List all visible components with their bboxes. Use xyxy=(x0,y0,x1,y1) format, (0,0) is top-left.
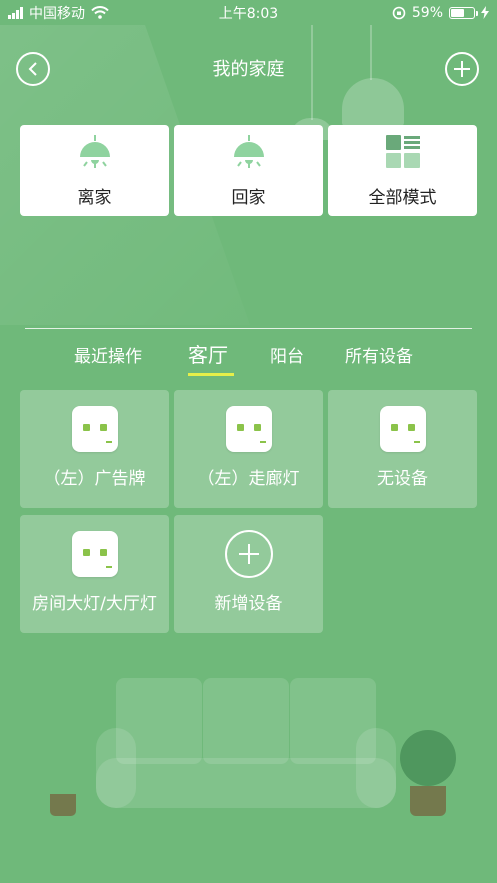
active-tab-indicator xyxy=(188,373,234,376)
smart-socket-icon xyxy=(71,406,118,452)
add-device-card[interactable]: 新增设备 xyxy=(174,515,323,633)
plus-icon xyxy=(454,61,470,77)
tab-all-devices[interactable]: 所有设备 xyxy=(345,342,413,367)
grid-list-icon xyxy=(385,135,420,169)
tab-balcony[interactable]: 阳台 xyxy=(270,342,304,367)
mode-label: 回家 xyxy=(231,188,266,208)
device-label: （左）广告牌 xyxy=(43,469,146,489)
device-card[interactable]: 无设备 xyxy=(328,390,477,508)
tab-living-room[interactable]: 客厅 xyxy=(188,339,228,368)
device-card[interactable]: 房间大灯/大厅灯 xyxy=(20,515,169,633)
ceiling-lamp-icon xyxy=(77,135,113,169)
section-divider xyxy=(25,328,472,329)
page-title: 我的家庭 xyxy=(212,59,285,80)
add-button[interactable] xyxy=(445,52,479,86)
device-label: 无设备 xyxy=(377,469,428,489)
device-card[interactable]: （左）走廊灯 xyxy=(174,390,323,508)
mode-card-return-home[interactable]: 回家 xyxy=(174,125,323,216)
battery-icon xyxy=(449,6,478,19)
mode-card-leave-home[interactable]: 离家 xyxy=(20,125,169,216)
device-label: 房间大灯/大厅灯 xyxy=(32,594,157,614)
mode-card-all-modes[interactable]: 全部模式 xyxy=(328,125,477,216)
smart-socket-icon xyxy=(379,406,426,452)
device-card[interactable]: （左）广告牌 xyxy=(20,390,169,508)
tab-recent[interactable]: 最近操作 xyxy=(74,342,142,367)
background-plant-leaves-icon xyxy=(400,730,456,786)
device-label: （左）走廊灯 xyxy=(197,469,300,489)
background-plant-pot-icon xyxy=(410,786,446,816)
ceiling-lamp-icon xyxy=(231,135,267,169)
background-plant-pot-icon xyxy=(50,794,76,816)
plus-circle-icon xyxy=(224,530,273,578)
status-bar: 中国移动 上午8:03 59% xyxy=(0,0,497,25)
status-time: 上午8:03 xyxy=(218,5,279,22)
background-sofa-icon xyxy=(96,678,396,818)
smart-socket-icon xyxy=(225,406,272,452)
device-label: 新增设备 xyxy=(214,594,283,614)
mode-label: 全部模式 xyxy=(368,188,437,208)
mode-label: 离家 xyxy=(77,188,112,208)
background-lamp-icon xyxy=(342,78,404,126)
smart-socket-icon xyxy=(71,531,118,577)
